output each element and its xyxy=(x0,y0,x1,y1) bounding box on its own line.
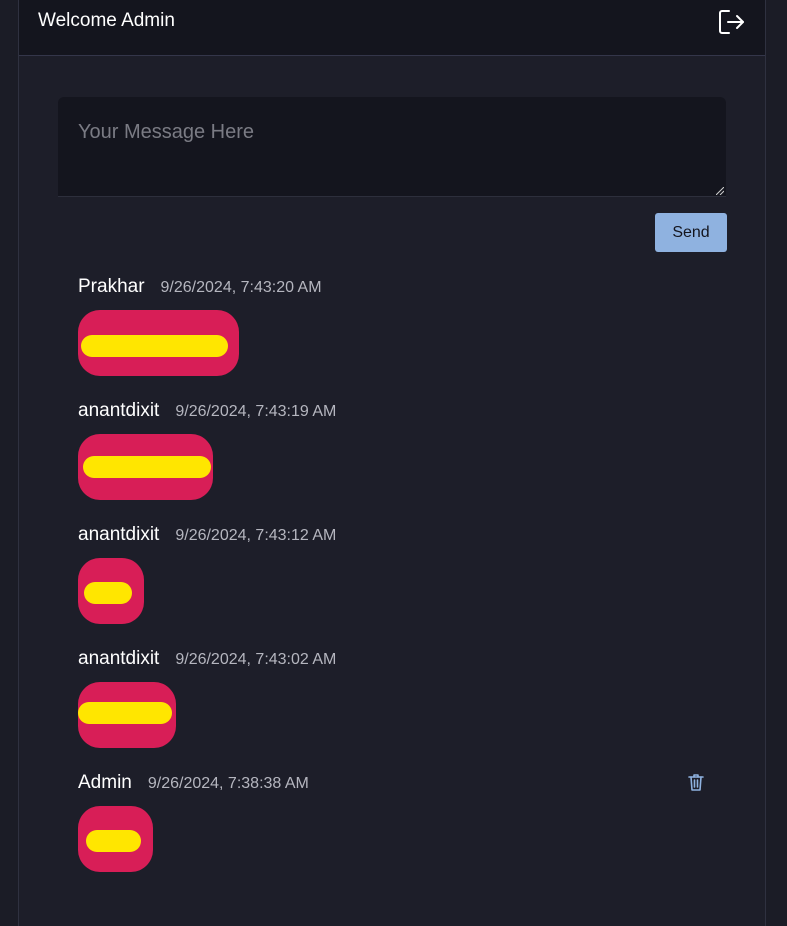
message-username: anantdixit xyxy=(78,400,160,421)
trash-icon xyxy=(688,774,704,791)
message-item: anantdixit 9/26/2024, 7:43:02 AM xyxy=(78,648,718,748)
chat-panel: Welcome Admin Send Prakhar 9/26/2024, 7:… xyxy=(18,0,766,926)
message-username: Prakhar xyxy=(78,276,145,297)
redaction-mark xyxy=(86,830,141,852)
message-username: anantdixit xyxy=(78,524,160,545)
message-bubble xyxy=(78,310,239,376)
delete-message-button[interactable] xyxy=(686,772,706,792)
message-timestamp: 9/26/2024, 7:43:20 AM xyxy=(160,279,322,296)
message-username: Admin xyxy=(78,772,132,793)
message-item: Admin 9/26/2024, 7:38:38 AM xyxy=(78,772,718,872)
message-header: Prakhar 9/26/2024, 7:43:20 AM xyxy=(78,276,718,300)
message-input[interactable] xyxy=(58,97,726,197)
message-timestamp: 9/26/2024, 7:43:12 AM xyxy=(175,527,337,544)
header-bar: Welcome Admin xyxy=(19,0,765,56)
message-timestamp: 9/26/2024, 7:43:02 AM xyxy=(175,651,337,668)
redaction-mark xyxy=(81,335,228,357)
message-item: Prakhar 9/26/2024, 7:43:20 AM xyxy=(78,276,718,376)
message-bubble xyxy=(78,682,176,748)
logout-icon xyxy=(719,10,744,34)
message-header: Admin 9/26/2024, 7:38:38 AM xyxy=(78,772,718,796)
message-item: anantdixit 9/26/2024, 7:43:19 AM xyxy=(78,400,718,500)
resize-handle-icon[interactable] xyxy=(716,187,724,195)
logout-button[interactable] xyxy=(717,7,747,37)
message-header: anantdixit 9/26/2024, 7:43:19 AM xyxy=(78,400,718,424)
message-username: anantdixit xyxy=(78,648,160,669)
message-bubble xyxy=(78,434,213,500)
message-bubble xyxy=(78,806,153,872)
message-header: anantdixit 9/26/2024, 7:43:02 AM xyxy=(78,648,718,672)
redaction-mark xyxy=(83,456,211,478)
redaction-mark xyxy=(84,582,132,604)
message-item: anantdixit 9/26/2024, 7:43:12 AM xyxy=(78,524,718,624)
message-timestamp: 9/26/2024, 7:43:19 AM xyxy=(175,403,337,420)
page-title: Welcome Admin xyxy=(38,10,175,31)
message-timestamp: 9/26/2024, 7:38:38 AM xyxy=(147,775,309,792)
message-header: anantdixit 9/26/2024, 7:43:12 AM xyxy=(78,524,718,548)
redaction-mark xyxy=(78,702,172,724)
message-bubble xyxy=(78,558,144,624)
send-button[interactable]: Send xyxy=(655,213,727,252)
